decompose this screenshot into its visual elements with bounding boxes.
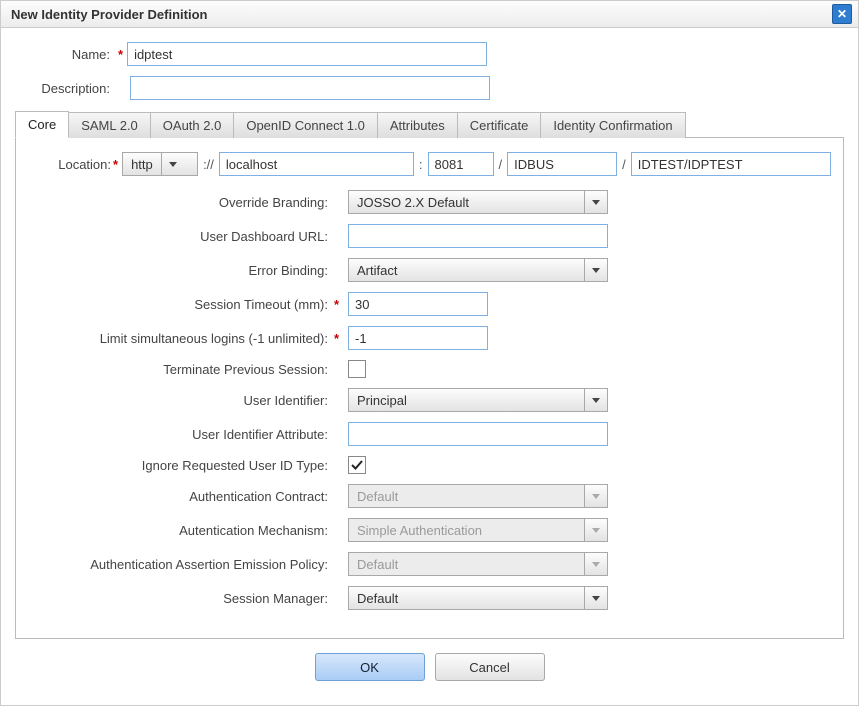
protocol-select[interactable]: http	[122, 152, 198, 176]
auth-mechanism-select: Simple Authentication	[348, 518, 608, 542]
override-branding-select[interactable]: JOSSO 2.X Default	[348, 190, 608, 214]
user-identifier-select[interactable]: Principal	[348, 388, 608, 412]
scheme-separator: ://	[198, 157, 219, 172]
auth-assert-policy-select: Default	[348, 552, 608, 576]
name-row: Name: *	[15, 42, 844, 66]
dialog-title: New Identity Provider Definition	[11, 7, 207, 22]
slash-separator-2: /	[617, 157, 631, 172]
override-branding-label: Override Branding:	[26, 195, 334, 210]
tab-panel-core: Location: * http :// : / / Ove	[15, 138, 844, 639]
cancel-button[interactable]: Cancel	[435, 653, 545, 681]
name-label: Name:	[15, 47, 116, 62]
required-marker: *	[334, 331, 339, 346]
session-manager-value: Default	[349, 587, 584, 609]
colon-separator: :	[414, 157, 428, 172]
tab-attributes[interactable]: Attributes	[378, 112, 458, 138]
chevron-down-icon	[161, 153, 184, 175]
chevron-down-icon	[584, 553, 607, 575]
terminate-prev-row: Terminate Previous Session:	[26, 360, 833, 378]
auth-contract-value: Default	[349, 485, 584, 507]
ignore-req-uid-checkbox[interactable]	[348, 456, 366, 474]
description-row: Description:	[15, 76, 844, 100]
error-binding-value: Artifact	[349, 259, 584, 281]
port-input[interactable]	[428, 152, 494, 176]
session-manager-row: Session Manager: Default	[26, 586, 833, 610]
auth-mechanism-row: Autentication Mechanism: Simple Authenti…	[26, 518, 833, 542]
auth-assert-policy-label: Authentication Assertion Emission Policy…	[26, 557, 334, 572]
session-timeout-label: Session Timeout (mm):	[26, 297, 334, 312]
session-manager-select[interactable]: Default	[348, 586, 608, 610]
tab-identity-confirmation[interactable]: Identity Confirmation	[541, 112, 685, 138]
close-icon: ✕	[837, 7, 847, 21]
auth-contract-select: Default	[348, 484, 608, 508]
location-row: Location: * http :// : / /	[26, 152, 833, 176]
path-input[interactable]	[631, 152, 831, 176]
check-icon	[351, 459, 363, 471]
chevron-down-icon	[584, 485, 607, 507]
terminate-prev-label: Terminate Previous Session:	[26, 362, 334, 377]
auth-contract-label: Authentication Contract:	[26, 489, 334, 504]
user-identifier-attr-label: User Identifier Attribute:	[26, 427, 334, 442]
error-binding-select[interactable]: Artifact	[348, 258, 608, 282]
tab-strip: Core SAML 2.0 OAuth 2.0 OpenID Connect 1…	[15, 110, 844, 138]
chevron-down-icon	[584, 587, 607, 609]
slash-separator: /	[494, 157, 508, 172]
required-marker: *	[334, 297, 339, 312]
session-manager-label: Session Manager:	[26, 591, 334, 606]
user-identifier-row: User Identifier: Principal	[26, 388, 833, 412]
description-label: Description:	[15, 81, 116, 96]
user-dashboard-label: User Dashboard URL:	[26, 229, 334, 244]
error-binding-label: Error Binding:	[26, 263, 334, 278]
tab-core[interactable]: Core	[15, 111, 69, 138]
ignore-req-uid-label: Ignore Requested User ID Type:	[26, 458, 334, 473]
session-timeout-row: Session Timeout (mm): *	[26, 292, 833, 316]
limit-logins-input[interactable]	[348, 326, 488, 350]
host-input[interactable]	[219, 152, 414, 176]
error-binding-row: Error Binding: Artifact	[26, 258, 833, 282]
tab-certificate[interactable]: Certificate	[458, 112, 542, 138]
user-identifier-attr-row: User Identifier Attribute:	[26, 422, 833, 446]
chevron-down-icon	[584, 519, 607, 541]
override-branding-row: Override Branding: JOSSO 2.X Default	[26, 190, 833, 214]
limit-logins-row: Limit simultaneous logins (-1 unlimited)…	[26, 326, 833, 350]
user-identifier-attr-input[interactable]	[348, 422, 608, 446]
auth-mechanism-value: Simple Authentication	[349, 519, 584, 541]
protocol-value: http	[123, 153, 161, 175]
title-bar: New Identity Provider Definition ✕	[1, 1, 858, 28]
dialog-buttons: OK Cancel	[15, 639, 844, 695]
ignore-req-uid-row: Ignore Requested User ID Type:	[26, 456, 833, 474]
required-marker: *	[111, 157, 122, 172]
user-identifier-value: Principal	[349, 389, 584, 411]
override-branding-value: JOSSO 2.X Default	[349, 191, 584, 213]
user-dashboard-input[interactable]	[348, 224, 608, 248]
dialog-window: New Identity Provider Definition ✕ Name:…	[0, 0, 859, 706]
terminate-prev-checkbox[interactable]	[348, 360, 366, 378]
auth-assert-policy-value: Default	[349, 553, 584, 575]
close-button[interactable]: ✕	[832, 4, 852, 24]
context-input[interactable]	[507, 152, 617, 176]
required-marker: *	[116, 47, 127, 62]
session-timeout-input[interactable]	[348, 292, 488, 316]
auth-mechanism-label: Autentication Mechanism:	[26, 523, 334, 538]
ok-button[interactable]: OK	[315, 653, 425, 681]
user-identifier-label: User Identifier:	[26, 393, 334, 408]
tab-openid-connect[interactable]: OpenID Connect 1.0	[234, 112, 378, 138]
tab-oauth-2-0[interactable]: OAuth 2.0	[151, 112, 235, 138]
auth-assert-policy-row: Authentication Assertion Emission Policy…	[26, 552, 833, 576]
tab-saml-2-0[interactable]: SAML 2.0	[69, 112, 151, 138]
chevron-down-icon	[584, 259, 607, 281]
user-dashboard-row: User Dashboard URL:	[26, 224, 833, 248]
location-label: Location:	[26, 157, 111, 172]
limit-logins-label: Limit simultaneous logins (-1 unlimited)…	[26, 331, 334, 346]
dialog-body: Name: * Description: Core SAML 2.0 OAuth…	[1, 28, 858, 705]
chevron-down-icon	[584, 389, 607, 411]
chevron-down-icon	[584, 191, 607, 213]
description-input[interactable]	[130, 76, 490, 100]
auth-contract-row: Authentication Contract: Default	[26, 484, 833, 508]
name-input[interactable]	[127, 42, 487, 66]
